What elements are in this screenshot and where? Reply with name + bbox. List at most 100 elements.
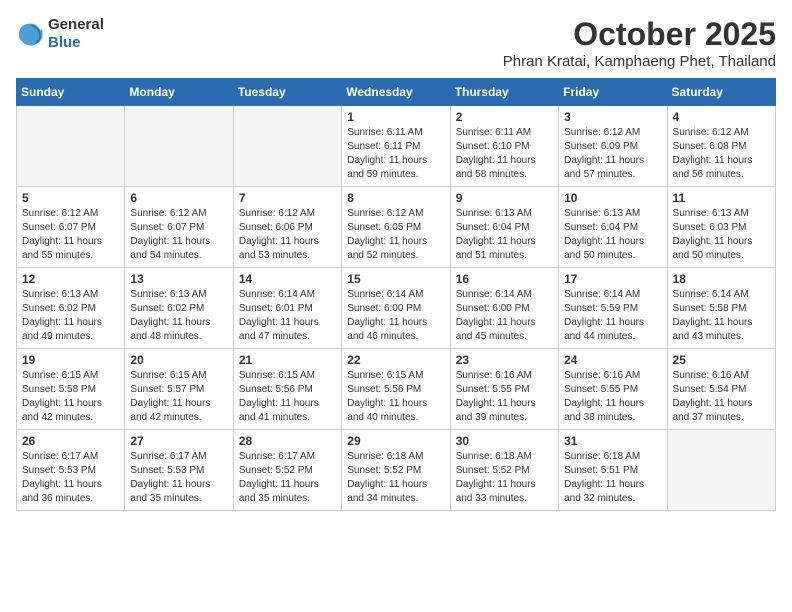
- calendar-cell: [233, 106, 341, 187]
- day-number: 4: [673, 110, 770, 124]
- day-number: 22: [347, 353, 444, 367]
- calendar-cell: 23Sunrise: 6:16 AM Sunset: 5:55 PM Dayli…: [450, 349, 558, 430]
- col-tuesday: Tuesday: [233, 79, 341, 106]
- calendar-row-4: 19 Sunrise: 6:15 AM Sunset: 5:58 PM Dayli…: [17, 349, 776, 430]
- day-info: Sunrise: 6:14 AM Sunset: 5:58 PM Dayligh…: [673, 288, 770, 344]
- calendar-cell: 26Sunrise: 6:17 AM Sunset: 5:53 PM Dayli…: [17, 430, 125, 511]
- day-info: Sunrise: 6:17 AM Sunset: 5:53 PM Dayligh…: [22, 450, 119, 506]
- day-number: 27: [130, 434, 227, 448]
- calendar-cell: [17, 106, 125, 187]
- day-info: Sunrise: 6:18 AM Sunset: 5:51 PM Dayligh…: [564, 450, 661, 506]
- day-info: Sunrise: 6:14 AM Sunset: 6:00 PM Dayligh…: [456, 288, 553, 344]
- day-info: Sunrise: 6:11 AM Sunset: 6:11 PM Dayligh…: [347, 126, 444, 182]
- calendar-row-3: 12 Sunrise: 6:13 AM Sunset: 6:02 PM Dayli…: [17, 268, 776, 349]
- day-info: Sunrise: 6:12 AM Sunset: 6:08 PM Dayligh…: [673, 126, 770, 182]
- calendar-cell: 2 Sunrise: 6:11 AM Sunset: 6:10 PM Daylig…: [450, 106, 558, 187]
- col-thursday: Thursday: [450, 79, 558, 106]
- day-number: 21: [239, 353, 336, 367]
- calendar-cell: [667, 430, 775, 511]
- page-header: General Blue October 2025 Phran Kratai, …: [16, 16, 776, 70]
- logo: General Blue: [16, 16, 104, 52]
- logo-blue: Blue: [48, 34, 81, 51]
- calendar-cell: 28Sunrise: 6:17 AM Sunset: 5:52 PM Dayli…: [233, 430, 341, 511]
- day-number: 30: [456, 434, 553, 448]
- calendar-cell: 12 Sunrise: 6:13 AM Sunset: 6:02 PM Dayli…: [17, 268, 125, 349]
- calendar-cell: 7Sunrise: 6:12 AM Sunset: 6:06 PM Daylig…: [233, 187, 341, 268]
- day-info: Sunrise: 6:12 AM Sunset: 6:06 PM Dayligh…: [239, 207, 336, 263]
- day-info: Sunrise: 6:18 AM Sunset: 5:52 PM Dayligh…: [456, 450, 553, 506]
- calendar-cell: 29 Sunrise: 6:18 AM Sunset: 5:52 PM Dayli…: [342, 430, 450, 511]
- day-info: Sunrise: 6:15 AM Sunset: 5:58 PM Dayligh…: [22, 369, 119, 425]
- day-number: 5: [22, 191, 119, 205]
- calendar-cell: 22Sunrise: 6:15 AM Sunset: 5:56 PM Dayli…: [342, 349, 450, 430]
- calendar-cell: 19 Sunrise: 6:15 AM Sunset: 5:58 PM Dayli…: [17, 349, 125, 430]
- day-number: 16: [456, 272, 553, 286]
- calendar-cell: 17 Sunrise: 6:14 AM Sunset: 5:59 PM Dayli…: [559, 268, 667, 349]
- calendar-cell: 25Sunrise: 6:16 AM Sunset: 5:54 PM Dayli…: [667, 349, 775, 430]
- day-info: Sunrise: 6:14 AM Sunset: 6:00 PM Dayligh…: [347, 288, 444, 344]
- day-number: 19: [22, 353, 119, 367]
- calendar-cell: 1 Sunrise: 6:11 AM Sunset: 6:11 PM Daylig…: [342, 106, 450, 187]
- day-number: 18: [673, 272, 770, 286]
- day-number: 14: [239, 272, 336, 286]
- calendar-cell: 16 Sunrise: 6:14 AM Sunset: 6:00 PM Dayli…: [450, 268, 558, 349]
- day-info: Sunrise: 6:11 AM Sunset: 6:10 PM Dayligh…: [456, 126, 553, 182]
- day-info: Sunrise: 6:15 AM Sunset: 5:56 PM Dayligh…: [239, 369, 336, 425]
- day-number: 10: [564, 191, 661, 205]
- title-area: October 2025 Phran Kratai, Kamphaeng Phe…: [503, 16, 776, 70]
- calendar-cell: 5 Sunrise: 6:12 AM Sunset: 6:07 PM Daylig…: [17, 187, 125, 268]
- day-number: 2: [456, 110, 553, 124]
- logo-icon: [16, 20, 44, 48]
- day-number: 3: [564, 110, 661, 124]
- day-number: 6: [130, 191, 227, 205]
- day-number: 9: [456, 191, 553, 205]
- day-info: Sunrise: 6:14 AM Sunset: 5:59 PM Dayligh…: [564, 288, 661, 344]
- day-number: 24: [564, 353, 661, 367]
- day-number: 11: [673, 191, 770, 205]
- day-info: Sunrise: 6:12 AM Sunset: 6:05 PM Dayligh…: [347, 207, 444, 263]
- calendar-row-1: 1 Sunrise: 6:11 AM Sunset: 6:11 PM Daylig…: [17, 106, 776, 187]
- day-info: Sunrise: 6:12 AM Sunset: 6:09 PM Dayligh…: [564, 126, 661, 182]
- calendar-cell: 31 Sunrise: 6:18 AM Sunset: 5:51 PM Dayli…: [559, 430, 667, 511]
- day-number: 17: [564, 272, 661, 286]
- calendar-row-5: 26Sunrise: 6:17 AM Sunset: 5:53 PM Dayli…: [17, 430, 776, 511]
- day-info: Sunrise: 6:13 AM Sunset: 6:04 PM Dayligh…: [564, 207, 661, 263]
- calendar-table: Sunday Monday Tuesday Wednesday Thursday…: [16, 78, 776, 511]
- calendar-cell: 9 Sunrise: 6:13 AM Sunset: 6:04 PM Daylig…: [450, 187, 558, 268]
- day-number: 29: [347, 434, 444, 448]
- calendar-cell: 4 Sunrise: 6:12 AM Sunset: 6:08 PM Daylig…: [667, 106, 775, 187]
- day-number: 1: [347, 110, 444, 124]
- logo-text: General Blue: [48, 16, 104, 52]
- calendar-cell: 11 Sunrise: 6:13 AM Sunset: 6:03 PM Dayli…: [667, 187, 775, 268]
- calendar-cell: 15 Sunrise: 6:14 AM Sunset: 6:00 PM Dayli…: [342, 268, 450, 349]
- calendar-row-2: 5 Sunrise: 6:12 AM Sunset: 6:07 PM Daylig…: [17, 187, 776, 268]
- day-info: Sunrise: 6:13 AM Sunset: 6:02 PM Dayligh…: [22, 288, 119, 344]
- day-info: Sunrise: 6:18 AM Sunset: 5:52 PM Dayligh…: [347, 450, 444, 506]
- calendar-cell: [125, 106, 233, 187]
- day-info: Sunrise: 6:13 AM Sunset: 6:03 PM Dayligh…: [673, 207, 770, 263]
- main-title: October 2025: [503, 16, 776, 53]
- day-info: Sunrise: 6:12 AM Sunset: 6:07 PM Dayligh…: [22, 207, 119, 263]
- col-wednesday: Wednesday: [342, 79, 450, 106]
- day-info: Sunrise: 6:13 AM Sunset: 6:04 PM Dayligh…: [456, 207, 553, 263]
- col-saturday: Saturday: [667, 79, 775, 106]
- calendar-cell: 24 Sunrise: 6:16 AM Sunset: 5:55 PM Dayli…: [559, 349, 667, 430]
- day-number: 12: [22, 272, 119, 286]
- col-monday: Monday: [125, 79, 233, 106]
- day-info: Sunrise: 6:16 AM Sunset: 5:55 PM Dayligh…: [564, 369, 661, 425]
- col-friday: Friday: [559, 79, 667, 106]
- calendar-cell: 13 Sunrise: 6:13 AM Sunset: 6:02 PM Dayli…: [125, 268, 233, 349]
- day-info: Sunrise: 6:13 AM Sunset: 6:02 PM Dayligh…: [130, 288, 227, 344]
- sub-title: Phran Kratai, Kamphaeng Phet, Thailand: [503, 53, 776, 70]
- calendar-header-row: Sunday Monday Tuesday Wednesday Thursday…: [17, 79, 776, 106]
- day-info: Sunrise: 6:16 AM Sunset: 5:55 PM Dayligh…: [456, 369, 553, 425]
- calendar-cell: 8Sunrise: 6:12 AM Sunset: 6:05 PM Daylig…: [342, 187, 450, 268]
- day-number: 31: [564, 434, 661, 448]
- col-sunday: Sunday: [17, 79, 125, 106]
- calendar-cell: 30 Sunrise: 6:18 AM Sunset: 5:52 PM Dayli…: [450, 430, 558, 511]
- day-info: Sunrise: 6:12 AM Sunset: 6:07 PM Dayligh…: [130, 207, 227, 263]
- day-number: 13: [130, 272, 227, 286]
- calendar-cell: 27Sunrise: 6:17 AM Sunset: 5:53 PM Dayli…: [125, 430, 233, 511]
- day-number: 15: [347, 272, 444, 286]
- calendar-cell: 14Sunrise: 6:14 AM Sunset: 6:01 PM Dayli…: [233, 268, 341, 349]
